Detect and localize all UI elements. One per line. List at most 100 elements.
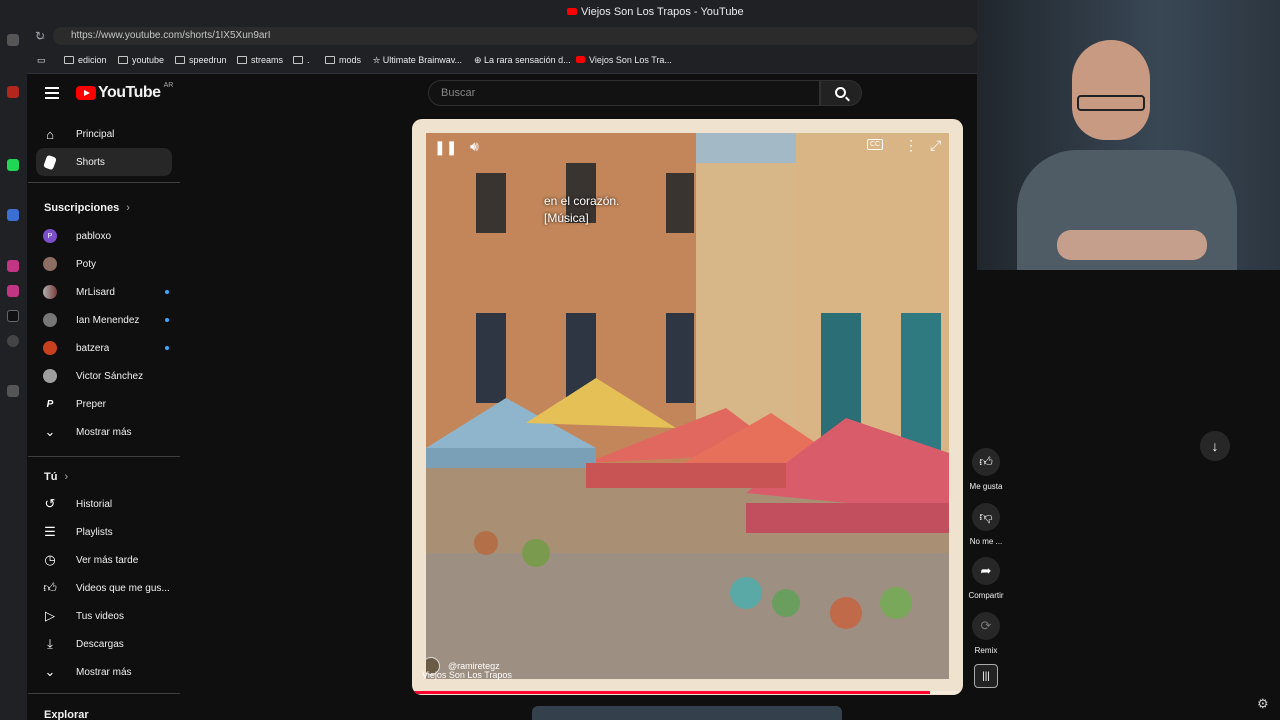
bookmark-item[interactable]: mods: [325, 55, 361, 65]
sidebar-item-watch-later[interactable]: ◷ Ver más tarde: [36, 546, 172, 574]
screen: Viejos Son Los Trapos - YouTube ← ↻ http…: [0, 0, 1280, 720]
glasses: [1077, 95, 1145, 111]
more-options-icon[interactable]: ⋮: [904, 137, 918, 154]
youtube-play-icon: [76, 86, 96, 100]
instagram-icon-2[interactable]: [7, 285, 19, 297]
sidebar-item-history[interactable]: ↺ Historial: [36, 490, 172, 518]
youtube-icon: [576, 56, 585, 63]
tiktok-icon[interactable]: [7, 310, 19, 322]
bookmark-label: Ultimate Brainwav...: [382, 55, 463, 65]
sidebar-item-label: batzera: [76, 342, 110, 354]
instagram-icon[interactable]: [7, 260, 19, 272]
bookmark-item[interactable]: .: [293, 55, 310, 65]
kick-icon[interactable]: [7, 159, 19, 171]
sidebar-item-label: Shorts: [76, 156, 105, 168]
sidebar-item-poty[interactable]: Poty: [36, 250, 172, 278]
sidebar-item-label: Ver más tarde: [76, 554, 139, 566]
caption-line: en el corazón.: [544, 194, 620, 208]
volume-icon[interactable]: 🔊︎: [470, 138, 479, 155]
sidebar-item-ian-menendez[interactable]: Ian Menendez: [36, 306, 172, 334]
bookmark-item[interactable]: Viejos Son Los Tra...: [576, 55, 672, 65]
bookmark-item[interactable]: ⊕ La rara sensación d...: [474, 55, 571, 66]
bookmark-label: La rara sensación d...: [484, 55, 571, 65]
folder-icon: [64, 56, 74, 64]
browser-side-toolbar: [0, 0, 27, 720]
show-more-subscriptions[interactable]: ⌄ Mostrar más: [36, 418, 172, 446]
bookmark-label: Viejos Son Los Tra...: [589, 55, 672, 65]
sidebar-item-preper[interactable]: P Preper: [36, 390, 172, 418]
shorts-icon: [36, 154, 64, 170]
bookmarks-menu-icon[interactable]: ▭: [37, 55, 46, 66]
sidebar-item-mrlisard[interactable]: MrLisard: [36, 278, 172, 306]
bookmark-item[interactable]: streams: [237, 55, 283, 65]
share-icon[interactable]: ➦: [972, 557, 1000, 585]
url-text[interactable]: https://www.youtube.com/shorts/1IX5Xun9a…: [71, 30, 271, 41]
sidebar-item-label: pabloxo: [76, 230, 112, 242]
sidebar-item-home[interactable]: ⌂ Principal: [36, 120, 172, 148]
video-frame[interactable]: ❚❚ 🔊︎ CC ⋮ ⤢ en el corazón. [Música] @ra…: [426, 133, 949, 679]
your-videos-icon: ▷: [45, 608, 55, 623]
bookmark-item[interactable]: edicion: [64, 55, 107, 65]
sound-waveform-icon[interactable]: |||: [974, 664, 998, 688]
like-action[interactable]: 👍︎ Me gusta: [966, 448, 1006, 491]
bookmark-item[interactable]: ⛦ Ultimate Brainwav...: [373, 55, 462, 66]
search-icon: [835, 87, 846, 98]
dislike-label: No me ...: [969, 537, 1003, 546]
address-field[interactable]: ↻ https://www.youtube.com/shorts/1IX5Xun…: [35, 27, 977, 45]
sidebar-item-liked-videos[interactable]: 👍︎ Videos que me gus...: [36, 574, 172, 602]
chevron-down-icon: ⌄: [44, 664, 56, 679]
docs-icon[interactable]: [7, 209, 19, 221]
next-short-arrow-icon[interactable]: ↓: [1200, 431, 1230, 461]
sidebar-item-label: Descargas: [76, 638, 124, 650]
closed-captions-icon[interactable]: CC: [867, 139, 884, 150]
bookmark-item[interactable]: youtube: [118, 55, 164, 65]
search-input[interactable]: [429, 81, 789, 105]
avatar-slot: P: [36, 397, 64, 411]
avatar: [43, 313, 57, 327]
subscriptions-header[interactable]: Suscripciones ›: [44, 202, 130, 214]
globe-icon[interactable]: [7, 335, 19, 347]
audio-icon[interactable]: [7, 385, 19, 397]
remix-icon[interactable]: ⟳: [972, 612, 1000, 640]
sidebar-item-batzera[interactable]: batzera: [36, 334, 172, 362]
dislike-action[interactable]: 👎︎ No me ...: [966, 503, 1006, 546]
sidebar-item-label: Playlists: [76, 526, 113, 538]
progress-fill: [412, 691, 930, 694]
reload-icon[interactable]: ↻: [35, 29, 45, 43]
pause-icon[interactable]: ❚❚: [434, 139, 457, 156]
sidebar-item-victor-sanchez[interactable]: Victor Sánchez: [36, 362, 172, 390]
brain-icon: ⛦: [373, 55, 383, 65]
show-more-you[interactable]: ⌄ Mostrar más: [36, 658, 172, 686]
person-head: [1072, 40, 1150, 140]
sidebar-item-shorts[interactable]: Shorts: [36, 148, 172, 176]
watch-later-icon: ◷: [44, 552, 56, 567]
next-short-preview[interactable]: [532, 706, 842, 720]
thumbs-down-icon[interactable]: 👎︎: [972, 503, 1000, 531]
bookmark-label: mods: [339, 55, 362, 65]
video-title[interactable]: Viejos Son Los Trapos: [422, 670, 512, 680]
search-button[interactable]: [820, 80, 862, 106]
sidebar-item-downloads[interactable]: ⤓ Descargas: [36, 630, 172, 658]
sidebar-item-label: Victor Sánchez: [76, 370, 144, 382]
extension-icon[interactable]: [7, 86, 19, 98]
hamburger-menu-icon[interactable]: [45, 87, 59, 99]
youtube-logo[interactable]: YouTube AR: [76, 82, 173, 102]
share-action[interactable]: ➦ Compartir: [966, 557, 1006, 600]
avatar-slot: [36, 257, 64, 271]
bookmark-item[interactable]: speedrun: [175, 55, 227, 65]
sidebar-item-label: Mostrar más: [76, 666, 132, 678]
gear-icon[interactable]: ⚙: [1257, 696, 1269, 712]
fullscreen-icon[interactable]: ⤢: [930, 137, 941, 154]
sidebar-item-playlists[interactable]: ☰ Playlists: [36, 518, 172, 546]
sidebar-item-pabloxo[interactable]: P pabloxo: [36, 222, 172, 250]
playlists-icon: ☰: [44, 524, 56, 539]
thumbs-up-icon[interactable]: 👍︎: [972, 448, 1000, 476]
remix-action[interactable]: ⟳ Remix: [966, 612, 1006, 655]
webcam-overlay: [977, 0, 1280, 270]
sidebar-item-your-videos[interactable]: ▷ Tus videos: [36, 602, 172, 630]
back-icon[interactable]: [7, 34, 19, 46]
progress-bar[interactable]: [412, 691, 963, 694]
shorts-player[interactable]: ❚❚ 🔊︎ CC ⋮ ⤢ en el corazón. [Música] @ra…: [412, 119, 963, 695]
market-street-scene: [426, 133, 949, 679]
you-header[interactable]: Tú ›: [44, 471, 68, 483]
